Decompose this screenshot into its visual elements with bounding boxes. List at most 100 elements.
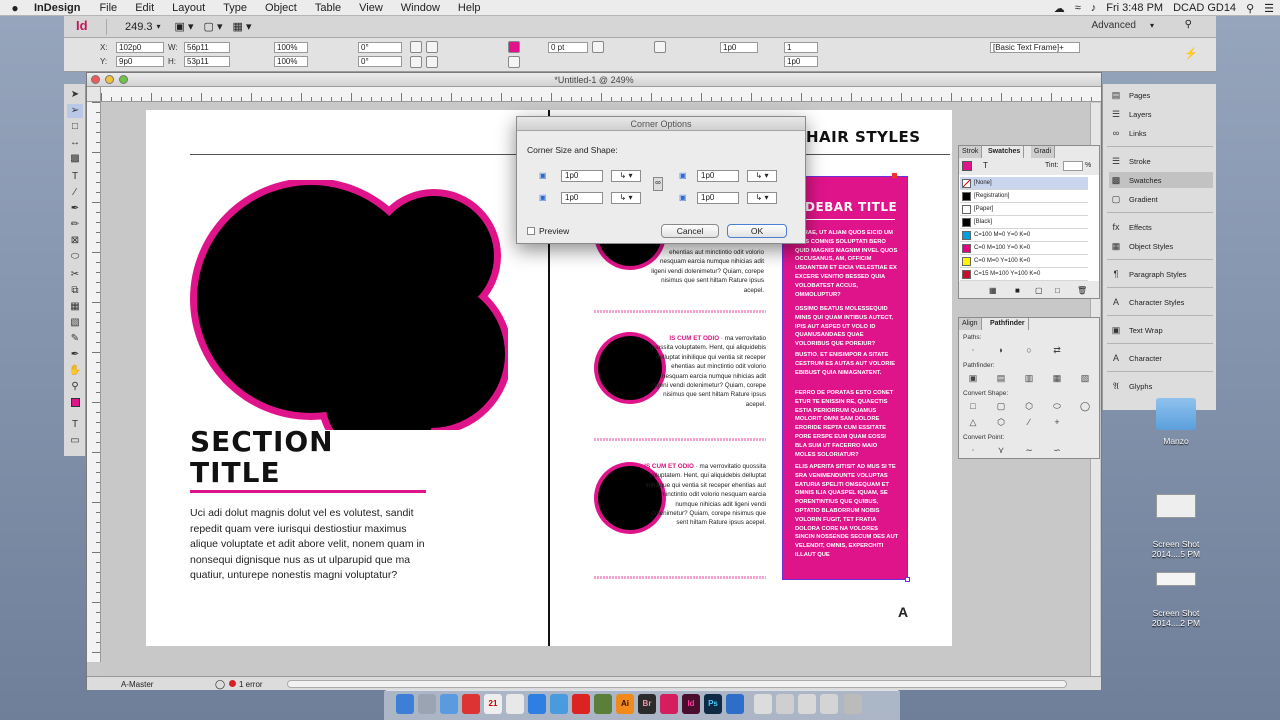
swatch-row[interactable]: C=0 M=100 Y=0 K=0 [960,242,1088,255]
panel-paragraph-styles[interactable]: ¶ Paragraph Styles [1109,266,1213,282]
horizontal-ruler[interactable] [101,87,1101,102]
safari-icon[interactable] [440,694,458,714]
circle-graphic-frame[interactable] [188,180,508,430]
illustrator-icon[interactable]: Ai [616,694,634,714]
symmetrical-point-icon[interactable]: ∽ [1051,445,1063,455]
open-path-icon[interactable]: ◗ [995,345,1007,355]
h-field[interactable]: 53p11 [184,56,230,67]
rectangle-frame-tool-icon[interactable]: ⊠ [67,234,83,248]
preflight-icon[interactable]: ◯ [215,679,225,690]
bottom-left-corner-shape[interactable]: ↳ ▾ [611,192,641,204]
arrange-docs-icon[interactable]: ▦ ▾ [233,20,252,33]
panel-effects[interactable]: fx Effects [1109,219,1213,235]
search-icon[interactable]: ⚲ [1246,2,1254,15]
ellipse-tool-icon[interactable]: ⬭ [67,250,83,264]
selection-tool-icon[interactable]: ➤ [67,88,83,102]
apple-icon[interactable]: ● [0,1,30,15]
wifi-icon[interactable]: ≈ [1075,2,1081,14]
tab-swatches[interactable]: Swatches [985,146,1025,158]
body-block-1[interactable]: ehentias aut minctintio odit volorio nes… [646,248,764,295]
reverse-path-icon[interactable]: ⇄ [1051,345,1063,355]
swatch-row[interactable]: C=15 M=100 Y=100 K=0 [960,268,1088,281]
flip-horizontal-icon[interactable] [410,56,422,68]
top-right-corner-shape[interactable]: ↳ ▾ [747,170,777,182]
menu-help[interactable]: Help [449,2,490,14]
eyedropper-tool-icon[interactable]: ✒ [67,348,83,362]
flip-vertical-icon[interactable] [426,56,438,68]
live-corner-handle[interactable] [892,173,897,178]
downloads-stack-icon[interactable] [776,694,794,714]
object-style-select[interactable]: [Basic Text Frame]+ [990,42,1080,53]
corner-size-field[interactable]: 1p0 [720,42,758,53]
gap-tool-icon[interactable]: ↔ [67,136,83,150]
stroke-weight-field[interactable]: 0 pt [548,42,588,53]
top-right-corner-size[interactable]: 1p0 [697,170,739,182]
plain-point-icon[interactable]: ⋅ [967,445,979,455]
zoom-tool-icon[interactable]: ⚲ [67,380,83,394]
menu-view[interactable]: View [350,2,392,14]
menu-layout[interactable]: Layout [163,2,214,14]
clock[interactable]: Fri 3:48 PM [1106,2,1163,14]
scissors-tool-icon[interactable]: ✂ [67,268,83,282]
cancel-button[interactable]: Cancel [661,224,719,238]
top-left-corner-size[interactable]: 1p0 [561,170,603,182]
panel-swatches[interactable]: ▩ Swatches [1109,172,1213,188]
desktop-folder[interactable]: Manzo [1150,398,1202,446]
subtract-shape-icon[interactable]: ▤ [995,373,1007,383]
zoom-window-icon[interactable] [119,75,128,84]
polygon-shape-icon[interactable]: ⬡ [995,417,1007,427]
rectangle-shape-icon[interactable]: □ [967,401,979,411]
swatch-row[interactable]: C=100 M=0 Y=0 K=0 [960,229,1088,242]
rotate-ccw-icon[interactable] [426,41,438,53]
zoom-level[interactable]: 249.3 [125,21,153,33]
panel-layers[interactable]: ☰ Layers [1109,106,1213,122]
preflight-errors[interactable]: 1 error [239,680,263,689]
panel-character[interactable]: A Character [1109,350,1213,366]
link-chain-icon[interactable]: ∞ [653,177,663,191]
chevron-down-icon[interactable]: ▾ [1150,21,1154,30]
rotate-cw-icon[interactable] [410,41,422,53]
triangle-shape-icon[interactable]: △ [967,417,979,427]
scale-y-field[interactable]: 100% [274,56,308,67]
swatch-row[interactable]: C=0 M=0 Y=100 K=0 [960,255,1088,268]
corner-point-icon[interactable]: ⋎ [995,445,1007,455]
folder-stack-icon[interactable] [820,694,838,714]
stroke-style-icon[interactable] [592,41,604,53]
search-icon[interactable]: ⚲ [1185,19,1192,30]
fill-stroke-icon[interactable] [67,398,83,412]
launchpad-icon[interactable] [418,694,436,714]
ok-button[interactable]: OK [727,224,787,238]
fill-swatch-icon[interactable] [962,161,972,171]
type-tool-icon[interactable]: T [67,170,83,184]
body-block-2[interactable]: IS CUM ET ODIO · ma verrovitatio quossit… [646,334,766,409]
menu-type[interactable]: Type [214,2,256,14]
show-color-swatches-icon[interactable]: ■ [1015,286,1020,295]
body-block-3[interactable]: IS CUM ET ODIO · ma verrovitatio quossit… [644,462,766,528]
pen-tool-icon[interactable]: ✒ [67,202,83,216]
bottom-right-corner-size[interactable]: 1p0 [697,192,739,204]
w-field[interactable]: 56p11 [184,42,230,53]
panel-glyphs[interactable]: 𝔄 Glyphs [1109,378,1213,394]
columns-field[interactable]: 1 [784,42,818,53]
menu-app-name[interactable]: InDesign [30,2,90,14]
fx-icon[interactable] [654,41,666,53]
panel-gradient[interactable]: ▢ Gradient [1109,191,1213,207]
view-options-icon[interactable]: ▣ ▾ [175,20,194,33]
free-transform-tool-icon[interactable]: ⧉ [67,284,83,298]
minimize-window-icon[interactable] [105,75,114,84]
line-tool-icon[interactable]: ∕ [67,186,83,200]
x-field[interactable]: 102p0 [116,42,164,53]
join-path-icon[interactable]: ⋅ [967,345,979,355]
panel-links[interactable]: ∞ Links [1109,125,1213,141]
user-name[interactable]: DCAD GD14 [1173,2,1236,14]
new-swatch-icon[interactable]: □ [1055,286,1060,295]
trash-icon[interactable] [844,694,862,714]
mail-icon[interactable] [462,694,480,714]
delete-swatch-icon[interactable]: 🗑 [1077,286,1087,295]
gutter-field[interactable]: 1p0 [784,56,818,67]
hand-tool-icon[interactable]: ✋ [67,364,83,378]
menu-edit[interactable]: Edit [126,2,163,14]
system-prefs-icon[interactable] [594,694,612,714]
swatch-row[interactable]: [Paper] [960,203,1088,216]
rotation-field[interactable]: 0° [358,42,402,53]
